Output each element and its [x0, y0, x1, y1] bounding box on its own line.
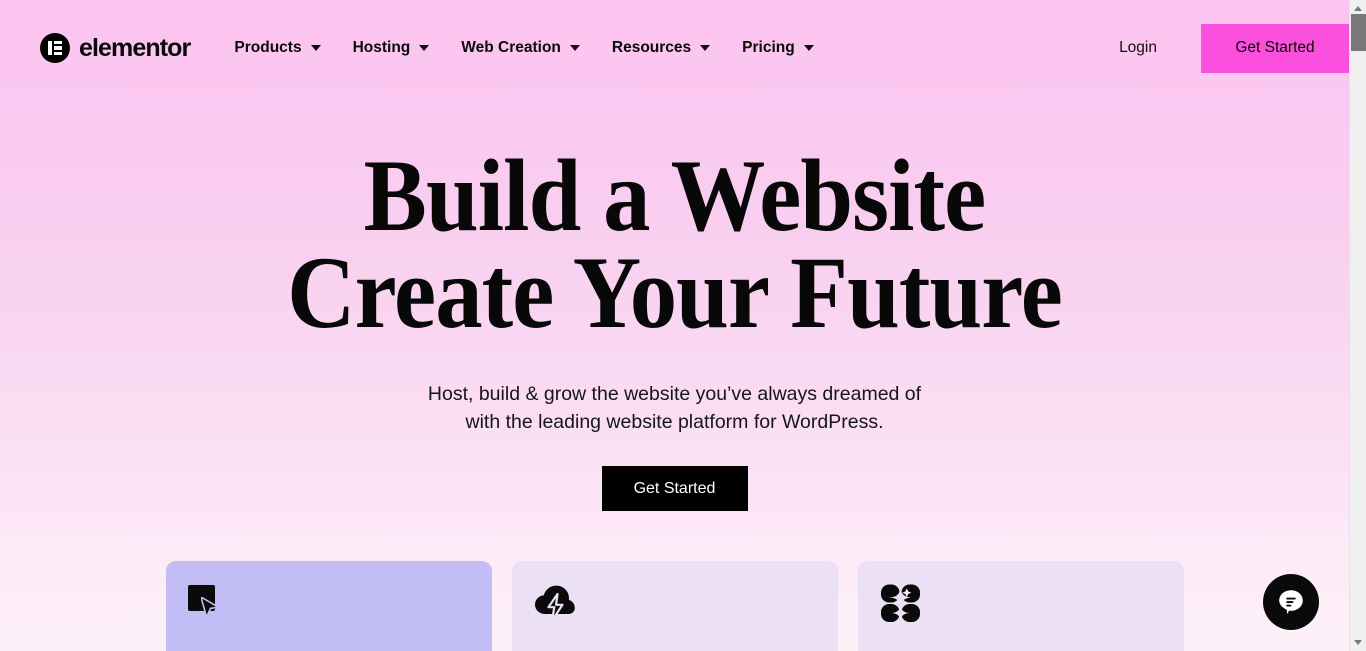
feature-cards: Build Host	[166, 561, 1184, 651]
chevron-down-icon	[310, 45, 321, 51]
site-header: elementor Products Hosting Web Creation …	[0, 0, 1349, 96]
chat-bubble-icon	[1279, 590, 1303, 615]
hero-subtitle-line-2: with the leading website platform for Wo…	[465, 411, 884, 433]
nav-item-hosting[interactable]: Hosting	[353, 39, 430, 57]
nav-item-products[interactable]: Products	[234, 39, 321, 57]
hero-subtitle: Host, build & grow the website you’ve al…	[0, 342, 1349, 436]
nav-label: Products	[234, 39, 302, 56]
scroll-down-arrow-icon[interactable]	[1350, 634, 1366, 651]
nav-label: Hosting	[352, 39, 411, 56]
hero-get-started-button[interactable]: Get Started	[601, 466, 748, 511]
logo-wordmark: elementor	[79, 33, 191, 62]
nav-item-resources[interactable]: Resources	[611, 39, 711, 57]
hero-title-line-2: Create Your Future	[287, 236, 1063, 350]
hero-subtitle-line-1: Host, build & grow the website you’ve al…	[427, 383, 922, 405]
header-actions: Login Get Started	[1119, 0, 1349, 96]
header-get-started-button[interactable]: Get Started	[1201, 23, 1349, 73]
page-content: elementor Products Hosting Web Creation …	[0, 0, 1349, 651]
feature-card-generate-with-ai[interactable]: Generate with AI	[858, 561, 1184, 651]
chevron-down-icon	[803, 45, 814, 51]
ai-sparkle-icon	[880, 583, 920, 623]
login-link[interactable]: Login	[1119, 39, 1157, 57]
hero-title-line-1: Build a Website	[363, 139, 987, 253]
nav-label: Resources	[611, 39, 692, 56]
browser-viewport: elementor Products Hosting Web Creation …	[0, 0, 1366, 651]
feature-card-build[interactable]: Build	[166, 561, 492, 651]
vertical-scrollbar[interactable]	[1349, 0, 1366, 651]
cursor-square-icon	[188, 583, 228, 623]
chevron-down-icon	[569, 45, 580, 51]
hero-section: Build a Website Create Your Future Host,…	[0, 96, 1349, 511]
hero-cta-container: Get Started	[0, 436, 1349, 511]
chevron-down-icon	[419, 45, 430, 51]
elementor-logo-icon	[40, 33, 70, 63]
elementor-logo[interactable]: elementor	[40, 33, 191, 63]
feature-card-host[interactable]: Host	[512, 561, 838, 651]
nav-label: Pricing	[742, 39, 795, 56]
hero-title: Build a Website Create Your Future	[54, 96, 1295, 350]
nav-item-web-creation[interactable]: Web Creation	[461, 39, 580, 57]
nav-label: Web Creation	[461, 39, 561, 56]
main-navigation: Products Hosting Web Creation Resources …	[234, 39, 814, 57]
cloud-bolt-icon	[534, 583, 575, 623]
chevron-down-icon	[700, 45, 711, 51]
chat-widget-button[interactable]	[1263, 574, 1319, 630]
nav-item-pricing[interactable]: Pricing	[742, 39, 814, 57]
scrollbar-thumb[interactable]	[1351, 14, 1366, 51]
